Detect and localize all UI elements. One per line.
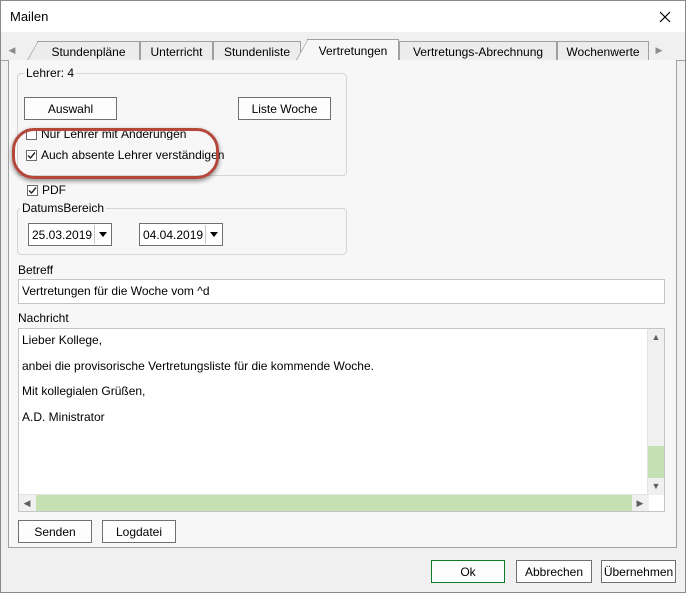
- scroll-track-highlight[interactable]: [648, 446, 664, 478]
- pdf-checkbox[interactable]: PDF: [27, 183, 66, 197]
- chevron-left-icon: ◀: [23, 497, 31, 508]
- tab-label: Unterricht: [150, 44, 203, 59]
- senden-button[interactable]: Senden: [18, 520, 92, 543]
- scroll-right-button[interactable]: ▶: [632, 495, 648, 511]
- tab-label: Vertretungen: [318, 43, 388, 58]
- scroll-left-button[interactable]: ◀: [19, 495, 35, 511]
- nur-lehrer-label: Nur Lehrer mit Änderungen: [41, 128, 187, 140]
- ok-button[interactable]: Ok: [431, 560, 505, 583]
- auswahl-button[interactable]: Auswahl: [24, 97, 117, 120]
- tab-unterricht[interactable]: Unterricht: [140, 41, 213, 61]
- uebernehmen-button[interactable]: Übernehmen: [601, 560, 676, 583]
- tab-label: Stundenpläne: [51, 44, 126, 59]
- date-from-value: 25.03.2019: [32, 227, 93, 242]
- chevron-down-icon: [209, 232, 218, 237]
- tab-vertretungs-abrechnung[interactable]: Vertretungs-Abrechnung: [399, 41, 557, 61]
- scroll-down-button[interactable]: ▼: [648, 478, 664, 494]
- lehrer-group: Lehrer: 4 Auswahl Liste Woche Nur Lehrer…: [17, 66, 347, 176]
- title-bar: Mailen: [1, 1, 685, 32]
- vertretungen-panel: Lehrer: 4 Auswahl Liste Woche Nur Lehrer…: [8, 60, 677, 548]
- betreff-label: Betreff: [18, 263, 54, 277]
- chevron-up-icon: ▲: [651, 332, 661, 342]
- window-title: Mailen: [10, 9, 49, 24]
- nachricht-textarea[interactable]: Lieber Kollege, anbei die provisorische …: [18, 328, 665, 512]
- date-to-combo[interactable]: 04.04.2019: [139, 223, 223, 246]
- message-line: Lieber Kollege,: [22, 333, 103, 347]
- checkbox-box: [26, 149, 37, 161]
- abbrechen-button[interactable]: Abbrechen: [516, 560, 592, 583]
- date-to-dropdown-button[interactable]: [205, 225, 221, 244]
- absente-lehrer-label: Auch absente Lehrer verständigen: [41, 148, 225, 162]
- tab-vertretungen[interactable]: Vertretungen: [296, 39, 399, 62]
- tab-stundenplaene[interactable]: Stundenpläne: [26, 41, 140, 62]
- checkmark-icon: [27, 151, 36, 159]
- nur-lehrer-checkbox[interactable]: Nur Lehrer mit Änderungen: [26, 128, 186, 140]
- date-to-value: 04.04.2019: [143, 227, 204, 242]
- message-line: Mit kollegialen Grüßen,: [22, 384, 146, 398]
- horizontal-scrollbar[interactable]: ◀ ▶: [19, 494, 649, 511]
- tab-label: Stundenliste: [223, 44, 291, 59]
- date-from-combo[interactable]: 25.03.2019: [28, 223, 112, 246]
- logdatei-button[interactable]: Logdatei: [102, 520, 176, 543]
- horizontal-scroll-thumb[interactable]: [36, 495, 632, 511]
- scroll-track[interactable]: [649, 346, 663, 446]
- tab-label: Wochenwerte: [566, 44, 640, 59]
- close-icon: [659, 11, 671, 22]
- liste-woche-button[interactable]: Liste Woche: [238, 97, 331, 120]
- date-from-dropdown-button[interactable]: [94, 225, 110, 244]
- nachricht-label: Nachricht: [18, 311, 69, 325]
- betreff-input[interactable]: Vertretungen für die Woche vom ^d: [18, 279, 665, 304]
- checkbox-box: [27, 184, 38, 196]
- tab-scroll-right-button[interactable]: ▶: [653, 42, 665, 58]
- chevron-left-icon: ◀: [8, 44, 16, 55]
- betreff-value: Vertretungen für die Woche vom ^d: [22, 284, 210, 298]
- tab-label: Vertretungs-Abrechnung: [412, 44, 544, 59]
- datumsbereich-label: DatumsBereich: [20, 201, 107, 215]
- chevron-down-icon: [98, 232, 107, 237]
- checkmark-icon: [28, 186, 37, 194]
- mail-dialog: Mailen ◀ Stundenpläne Unterricht Stunden…: [0, 0, 686, 593]
- message-line: A.D. Ministrator: [22, 410, 105, 424]
- datumsbereich-group: DatumsBereich 25.03.2019 04.04.2019: [17, 201, 347, 255]
- lehrer-group-label: Lehrer: 4: [24, 66, 77, 80]
- vertical-scrollbar[interactable]: ▲ ▼: [647, 329, 664, 495]
- close-button[interactable]: [645, 1, 685, 32]
- scroll-up-button[interactable]: ▲: [648, 329, 664, 345]
- chevron-right-icon: ▶: [636, 497, 644, 508]
- tab-scroll-left-button[interactable]: ◀: [6, 42, 18, 58]
- checkbox-box: [26, 128, 37, 140]
- message-line: anbei die provisorische Vertretungsliste…: [22, 359, 374, 373]
- pdf-label: PDF: [42, 183, 66, 197]
- chevron-down-icon: ▼: [651, 481, 661, 491]
- tab-stundenliste[interactable]: Stundenliste: [213, 41, 301, 61]
- absente-lehrer-checkbox[interactable]: Auch absente Lehrer verständigen: [26, 148, 224, 162]
- tab-wochenwerte[interactable]: Wochenwerte: [557, 41, 649, 61]
- chevron-right-icon: ▶: [655, 44, 663, 55]
- tab-strip: ◀ Stundenpläne Unterricht Stundenliste V…: [1, 39, 685, 62]
